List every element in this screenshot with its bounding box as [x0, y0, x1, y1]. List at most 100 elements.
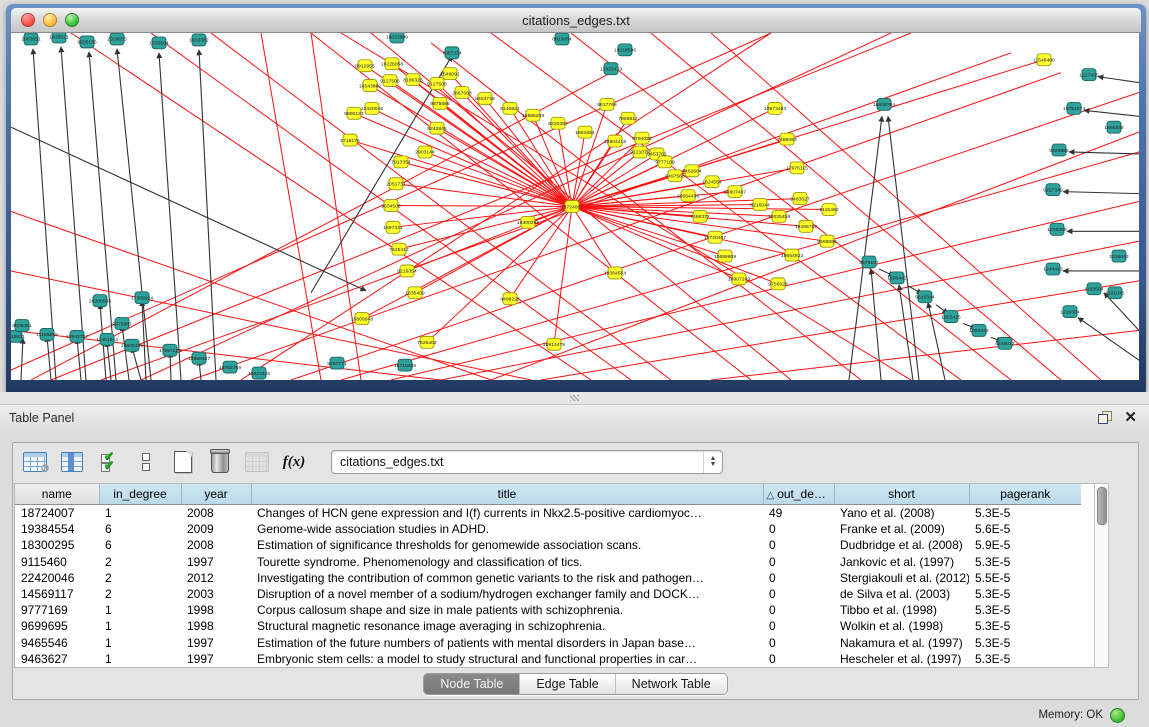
table-cell[interactable]: 9777169 — [15, 602, 99, 618]
black-edge[interactable] — [77, 338, 81, 380]
graph-node[interactable]: 9242848 — [427, 122, 447, 134]
table-cell[interactable]: 2008 — [181, 505, 251, 522]
table-cell[interactable]: Genome-wide association studies in ADHD. — [251, 521, 763, 537]
table-cell[interactable]: 1 — [99, 618, 181, 634]
select-columns-button[interactable]: ✔ ✔ — [95, 448, 123, 476]
graph-node[interactable]: 9245012 — [995, 337, 1015, 349]
black-edge[interactable] — [1069, 152, 1139, 154]
table-cell[interactable]: 2003 — [181, 586, 251, 602]
red-edge[interactable] — [711, 330, 1139, 380]
delete-table-button[interactable] — [206, 448, 234, 476]
zoom-window-icon[interactable] — [65, 13, 79, 27]
graph-node[interactable]: 9219354 — [397, 265, 417, 277]
graph-node[interactable]: 8813054 — [552, 33, 572, 45]
graph-node[interactable]: 7462664 — [682, 165, 702, 177]
table-cell[interactable]: 1 — [99, 651, 181, 667]
graph-node[interactable]: 4498222 — [500, 293, 520, 305]
graph-node[interactable]: 19654923 — [781, 249, 803, 261]
graph-node[interactable]: 12325419 — [600, 63, 622, 75]
table-cell[interactable]: Embryonic stem cells: a model to study s… — [251, 651, 763, 667]
table-cell[interactable]: 0 — [763, 602, 834, 618]
graph-node[interactable]: 1595839 — [1104, 121, 1124, 133]
black-edge[interactable] — [132, 347, 141, 380]
graph-node[interactable]: 1094342 — [969, 324, 989, 336]
table-cell[interactable]: 1997 — [181, 651, 251, 667]
table-row[interactable]: 946362711997Embryonic stem cells: a mode… — [15, 651, 1081, 667]
black-edge[interactable] — [899, 285, 913, 380]
graph-node[interactable]: 10958167 — [188, 352, 210, 364]
table-cell[interactable]: 0 — [763, 521, 834, 537]
table-cell[interactable]: 2 — [99, 586, 181, 602]
black-edge[interactable] — [47, 336, 51, 380]
table-row[interactable]: 2242004622012Investigating the contribut… — [15, 570, 1081, 586]
graph-node[interactable]: 20206556 — [89, 295, 111, 307]
table-cell[interactable]: 6 — [99, 521, 181, 537]
graph-node[interactable]: 10807487 — [724, 186, 746, 198]
graph-node[interactable]: 1862654 — [575, 126, 595, 138]
graph-node[interactable]: 6216044 — [750, 199, 770, 211]
table-cell[interactable]: 2 — [99, 570, 181, 586]
column-header-name[interactable]: name — [15, 484, 99, 505]
black-edge[interactable] — [1084, 110, 1139, 116]
graph-node[interactable]: 1217435 — [1079, 69, 1099, 81]
table-cell[interactable]: 18724007 — [15, 505, 99, 522]
table-cell[interactable]: Investigating the contribution of common… — [251, 570, 763, 586]
table-cell[interactable]: Nakamura et al. (1997) — [834, 635, 969, 651]
graph-node[interactable]: 9463627 — [790, 193, 810, 205]
table-cell[interactable]: Disruption of a novel member of a sodium… — [251, 586, 763, 602]
graph-node[interactable]: 1209358 — [1047, 223, 1067, 235]
table-cell[interactable]: Changes of HCN gene expression and I(f) … — [251, 505, 763, 522]
table-cell[interactable]: Franke et al. (2009) — [834, 521, 969, 537]
graph-node[interactable]: 18907249 — [728, 273, 750, 285]
table-cell[interactable]: 1998 — [181, 602, 251, 618]
table-cell[interactable]: 0 — [763, 554, 834, 570]
graph-node[interactable]: 8912955 — [355, 60, 375, 72]
table-vertical-scrollbar[interactable] — [1094, 483, 1109, 668]
black-edge[interactable] — [159, 53, 181, 380]
column-header-year[interactable]: year — [181, 484, 251, 505]
graph-node[interactable]: 19384554 — [604, 267, 626, 279]
graph-node[interactable]: 9890123 — [344, 107, 364, 119]
graph-node[interactable]: 1033504 — [149, 37, 169, 49]
black-edge[interactable] — [11, 127, 366, 291]
table-cell[interactable]: 5.3E-5 — [969, 618, 1081, 634]
graph-node[interactable]: 9777169 — [655, 156, 675, 168]
graph-node[interactable]: 11548408 — [1033, 54, 1055, 66]
column-header-outde[interactable]: △out_de… — [763, 484, 834, 505]
panel-splitter[interactable] — [0, 392, 1149, 405]
table-cell[interactable]: Structural magnetic resonance image aver… — [251, 618, 763, 634]
black-edge[interactable] — [1098, 77, 1139, 83]
graph-node[interactable]: 1696442 — [887, 272, 907, 284]
table-cell[interactable]: Dudbridge et al. (2008) — [834, 537, 969, 553]
graph-node[interactable]: 2903144 — [415, 146, 435, 158]
black-edge[interactable] — [107, 341, 111, 380]
network-window-titlebar[interactable]: citations_edges.txt — [11, 8, 1141, 33]
table-cell[interactable]: 5.3E-5 — [969, 602, 1081, 618]
graph-node[interactable]: 9619344 — [915, 291, 935, 303]
network-canvas[interactable]: 2063051163502195051352020655103350416033… — [11, 33, 1139, 380]
graph-node[interactable]: 7357224 — [442, 47, 462, 59]
graph-node[interactable]: 8186328 — [403, 74, 423, 86]
graph-node[interactable]: 1635409 — [405, 287, 425, 299]
black-edge[interactable] — [21, 338, 23, 380]
table-cell[interactable]: 6 — [99, 537, 181, 553]
graph-node[interactable]: 17957223 — [159, 344, 181, 356]
table-cell[interactable]: 5.3E-5 — [969, 635, 1081, 651]
graph-node[interactable]: 7955812 — [618, 112, 638, 124]
graph-node[interactable]: 8679197 — [859, 256, 879, 268]
red-edge[interactable] — [491, 132, 1139, 380]
graph-node[interactable]: 9329966 — [1049, 144, 1069, 156]
graph-node[interactable]: 17359924 — [131, 292, 153, 304]
red-edge[interactable] — [391, 206, 572, 207]
table-row[interactable]: 1830029562008Estimation of significance … — [15, 537, 1081, 553]
table-selector-dropdown[interactable]: citations_edges.txt ▲▼ — [331, 450, 723, 474]
graph-node[interactable]: 2020655 — [107, 33, 127, 45]
table-row[interactable]: 1456911722003Disruption of a novel membe… — [15, 586, 1081, 602]
graph-node[interactable]: 7486372 — [690, 210, 710, 222]
graph-node[interactable]: 1103504 — [1084, 283, 1103, 295]
red-edge[interactable] — [401, 162, 572, 207]
black-edge[interactable] — [311, 56, 452, 293]
table-row[interactable]: 946554611997Estimation of the future num… — [15, 635, 1081, 651]
graph-node[interactable]: 1635021 — [49, 33, 69, 43]
column-header-indegree[interactable]: in_degree — [99, 484, 181, 505]
